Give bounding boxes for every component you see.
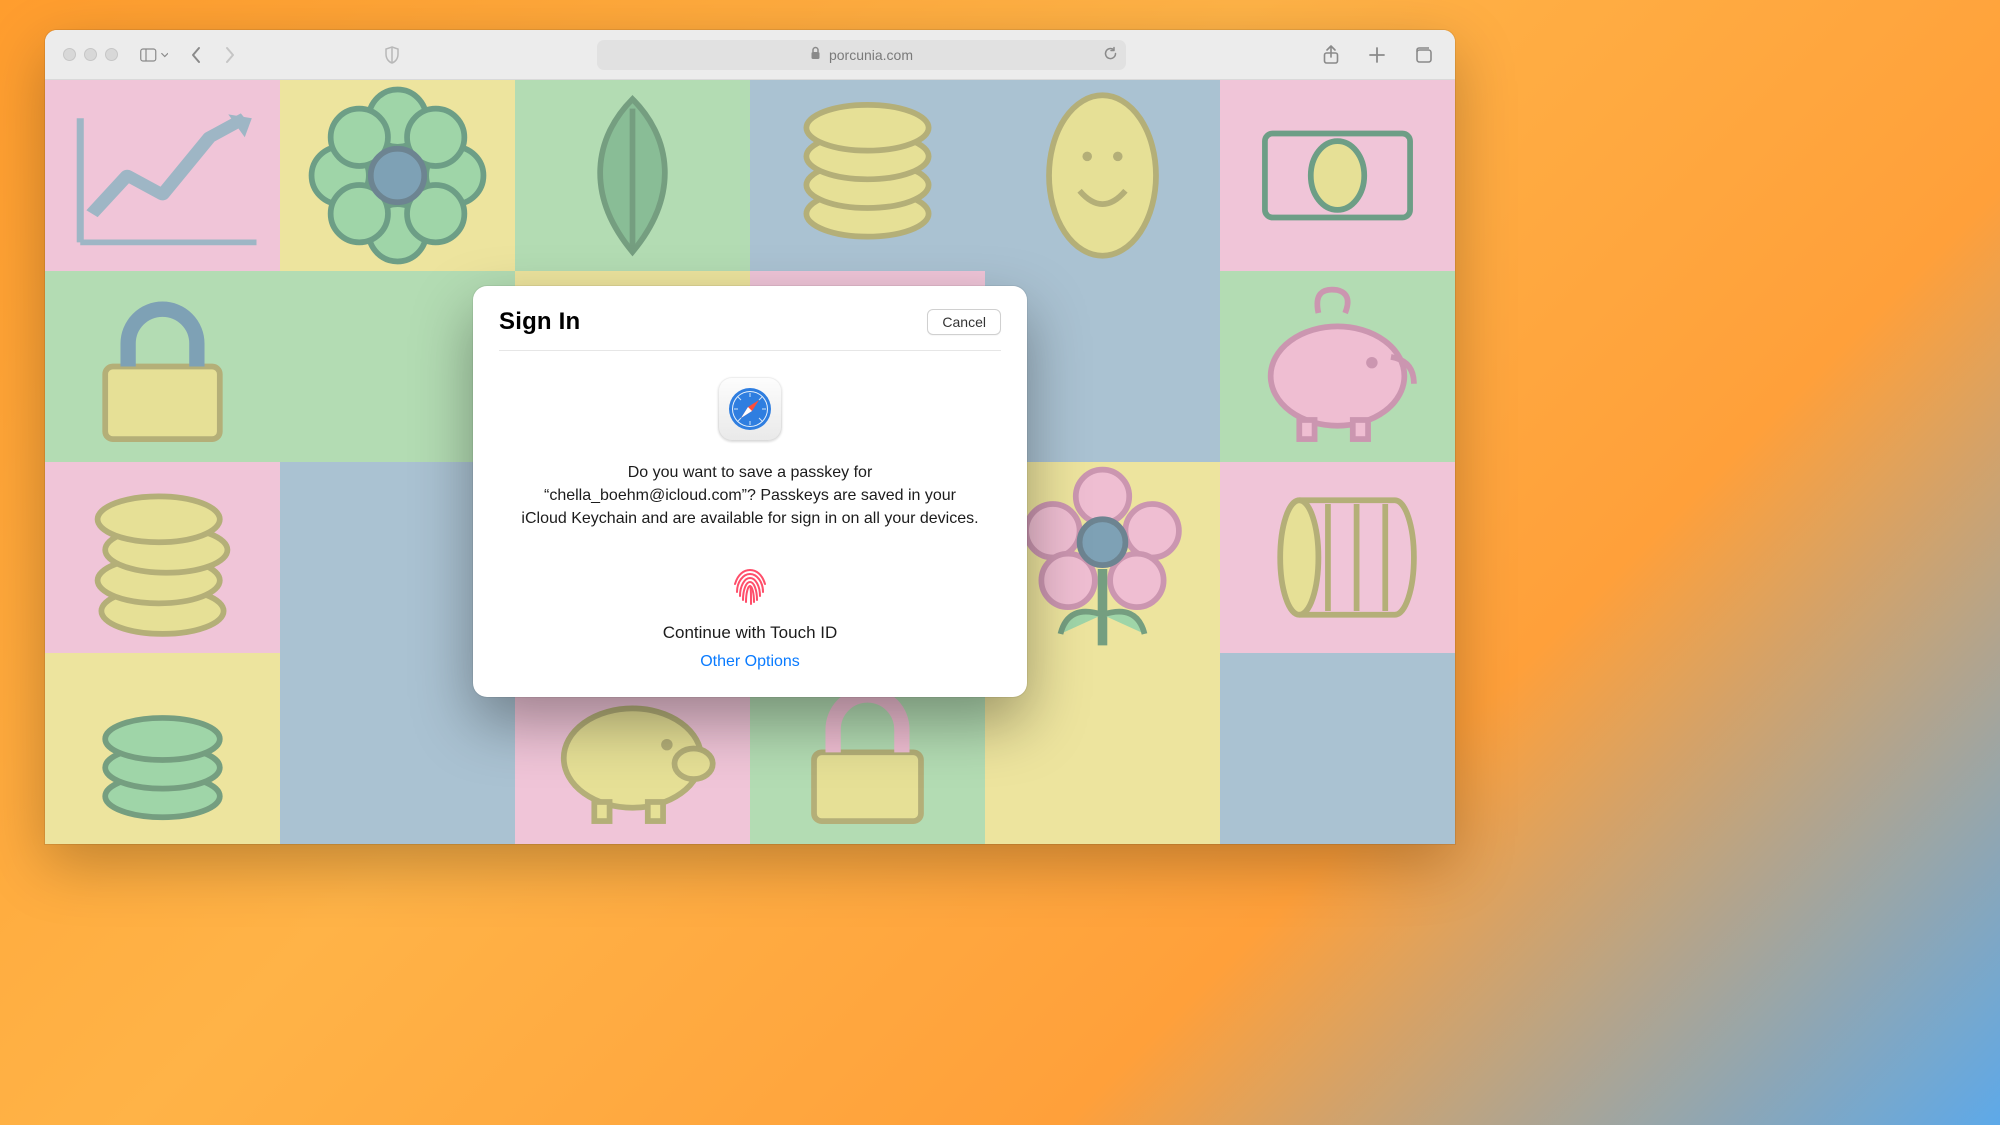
dialog-message: Do you want to save a passkey for “chell… xyxy=(520,461,980,531)
chevron-down-icon xyxy=(161,50,169,60)
coins-stack-icon xyxy=(45,462,280,653)
cancel-button[interactable]: Cancel xyxy=(927,309,1001,335)
window-zoom-button[interactable] xyxy=(105,48,118,61)
address-bar-text: porcunia.com xyxy=(829,47,913,63)
banknote-icon xyxy=(1220,80,1455,271)
window-traffic-lights xyxy=(63,48,118,61)
safari-app-icon xyxy=(718,377,782,441)
dialog-title: Sign In xyxy=(499,308,580,336)
reload-button[interactable] xyxy=(1103,46,1118,64)
share-icon xyxy=(1323,45,1339,65)
page-content: Sign In Cancel xyxy=(45,80,1455,844)
reload-icon xyxy=(1103,46,1118,61)
tab-overview-icon xyxy=(1413,46,1433,64)
share-button[interactable] xyxy=(1317,41,1345,69)
tab-overview-button[interactable] xyxy=(1409,41,1437,69)
safari-toolbar: porcunia.com xyxy=(45,30,1455,80)
chart-up-icon xyxy=(45,80,280,271)
flower-icon xyxy=(280,80,515,271)
chevron-left-icon xyxy=(190,46,202,64)
back-button[interactable] xyxy=(182,41,210,69)
new-tab-button[interactable] xyxy=(1363,41,1391,69)
window-close-button[interactable] xyxy=(63,48,76,61)
passkey-dialog: Sign In Cancel xyxy=(473,286,1027,697)
address-bar[interactable]: porcunia.com xyxy=(597,40,1127,70)
compass-icon xyxy=(726,385,774,433)
shield-icon xyxy=(384,46,400,64)
piggy-bank-icon xyxy=(1220,271,1455,462)
touch-id-button[interactable] xyxy=(726,561,774,609)
safari-window: porcunia.com xyxy=(45,30,1455,844)
continue-touch-id-label: Continue with Touch ID xyxy=(499,623,1001,643)
other-options-link[interactable]: Other Options xyxy=(700,653,800,671)
smiley-coin-icon xyxy=(985,80,1220,271)
privacy-report-button[interactable] xyxy=(378,41,406,69)
fingerprint-icon xyxy=(727,562,773,608)
chevron-right-icon xyxy=(224,46,236,64)
leaf-icon xyxy=(515,80,750,271)
sidebar-icon xyxy=(140,46,157,64)
window-minimize-button[interactable] xyxy=(84,48,97,61)
forward-button[interactable] xyxy=(216,41,244,69)
lock-icon xyxy=(810,46,821,63)
sidebar-toggle-button[interactable] xyxy=(140,41,168,69)
plus-icon xyxy=(1368,46,1386,64)
coins-stack-icon xyxy=(45,653,280,844)
padlock-icon xyxy=(45,271,280,462)
coin-roll-icon xyxy=(1220,462,1455,653)
coins-stack-icon xyxy=(750,80,985,271)
